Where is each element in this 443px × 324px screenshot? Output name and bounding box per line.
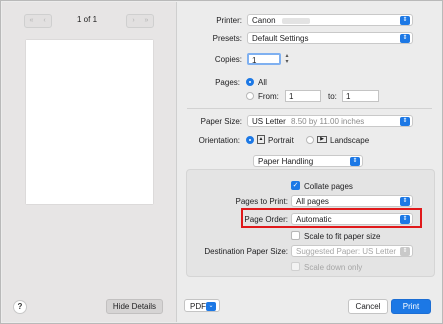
settings-pane: Printer: Canon ⇕ Presets: Default Settin… (177, 2, 442, 322)
page-preview (26, 40, 153, 204)
chevron-updown-icon: ⇕ (400, 215, 410, 224)
print-dialog: «‹ 1 of 1 ›» ? Hide Details Printer: Can… (0, 0, 443, 324)
paper-size-label: Paper Size: (200, 117, 242, 126)
copies-stepper[interactable]: ▴ ▾ (284, 53, 290, 65)
destination-paper-size-value: Suggested Paper: US Letter (296, 247, 397, 256)
chevron-updown-icon: ⇕ (400, 197, 410, 206)
pages-to-print-value: All pages (296, 197, 329, 206)
landscape-icon: ▶ (317, 136, 327, 143)
landscape-label: Landscape (330, 136, 370, 145)
landscape-radio[interactable] (306, 136, 314, 144)
paper-size-value: US Letter (252, 117, 286, 126)
last-page-icon[interactable]: » (140, 15, 153, 27)
paper-handling-panel: ✓ Collate pages Pages to Print: All page… (186, 169, 435, 277)
paper-size-select[interactable]: US Letter 8.50 by 11.00 inches ⇕ (247, 115, 413, 127)
destination-paper-size-select[interactable]: Suggested Paper: US Letter ⇕ (291, 245, 413, 257)
paper-size-detail: 8.50 by 11.00 inches (291, 117, 365, 126)
collate-label: Collate pages (304, 182, 353, 191)
portrait-label: Portrait (268, 136, 294, 145)
destination-paper-size-label: Destination Paper Size: (204, 247, 288, 256)
pdf-label: PDF (190, 302, 206, 311)
pages-to-print-select[interactable]: All pages ⇕ (291, 195, 413, 207)
printer-label: Printer: (216, 16, 242, 25)
page-order-select[interactable]: Automatic ⇕ (291, 213, 413, 225)
chevron-down-icon: ⌄ (206, 302, 216, 311)
presets-label: Presets: (212, 34, 242, 43)
print-button[interactable]: Print (391, 299, 431, 314)
presets-select[interactable]: Default Settings ⇕ (247, 32, 413, 44)
divider (187, 108, 432, 109)
help-button[interactable]: ? (13, 300, 27, 314)
presets-value: Default Settings (252, 34, 309, 43)
section-value: Paper Handling (258, 157, 314, 166)
preview-nav-forward-group[interactable]: ›» (126, 14, 154, 28)
chevron-updown-icon: ⇕ (400, 117, 410, 126)
printer-value: Canon (252, 16, 276, 25)
preview-pane: «‹ 1 of 1 ›» ? Hide Details (2, 2, 177, 322)
pages-range-radio[interactable] (246, 92, 254, 100)
section-select[interactable]: Paper Handling ⇕ (253, 155, 363, 167)
collate-checkbox[interactable]: ✓ (291, 181, 300, 190)
pages-to-label: to: (328, 92, 337, 101)
copies-field[interactable]: 1 (247, 53, 281, 65)
page-indicator: 1 of 1 (77, 15, 98, 24)
preview-nav-back-group[interactable]: «‹ (24, 14, 52, 28)
scale-to-fit-checkbox[interactable] (291, 231, 300, 240)
scale-down-only-checkbox[interactable] (291, 262, 300, 271)
portrait-icon: ▲ (257, 135, 265, 144)
hide-details-button[interactable]: Hide Details (106, 299, 163, 314)
first-page-icon[interactable]: « (25, 15, 38, 27)
pages-from-field[interactable]: 1 (285, 90, 321, 102)
pages-all-radio[interactable] (246, 78, 254, 86)
pages-to-print-label: Pages to Print: (235, 197, 288, 206)
page-order-value: Automatic (296, 215, 332, 224)
pages-all-label: All (258, 78, 267, 87)
redacted-printer-model (282, 18, 310, 24)
portrait-radio[interactable] (246, 136, 254, 144)
printer-select[interactable]: Canon ⇕ (247, 14, 413, 26)
chevron-updown-icon: ⇕ (400, 247, 410, 256)
cancel-button[interactable]: Cancel (348, 299, 388, 314)
pages-label: Pages: (215, 78, 240, 87)
pdf-menu-button[interactable]: PDF ⌄ (184, 299, 220, 312)
copies-label: Copies: (214, 55, 242, 64)
previous-page-icon[interactable]: ‹ (38, 15, 51, 27)
scale-to-fit-label: Scale to fit paper size (304, 232, 381, 241)
next-page-icon[interactable]: › (127, 15, 140, 27)
chevron-updown-icon: ⇕ (400, 16, 410, 25)
orientation-label: Orientation: (198, 136, 240, 145)
chevron-updown-icon: ⇕ (400, 34, 410, 43)
chevron-updown-icon: ⇕ (350, 157, 360, 166)
pages-to-field[interactable]: 1 (342, 90, 379, 102)
scale-down-only-label: Scale down only (304, 263, 363, 272)
page-order-label: Page Order: (244, 215, 288, 224)
pages-from-label: From: (258, 92, 279, 101)
